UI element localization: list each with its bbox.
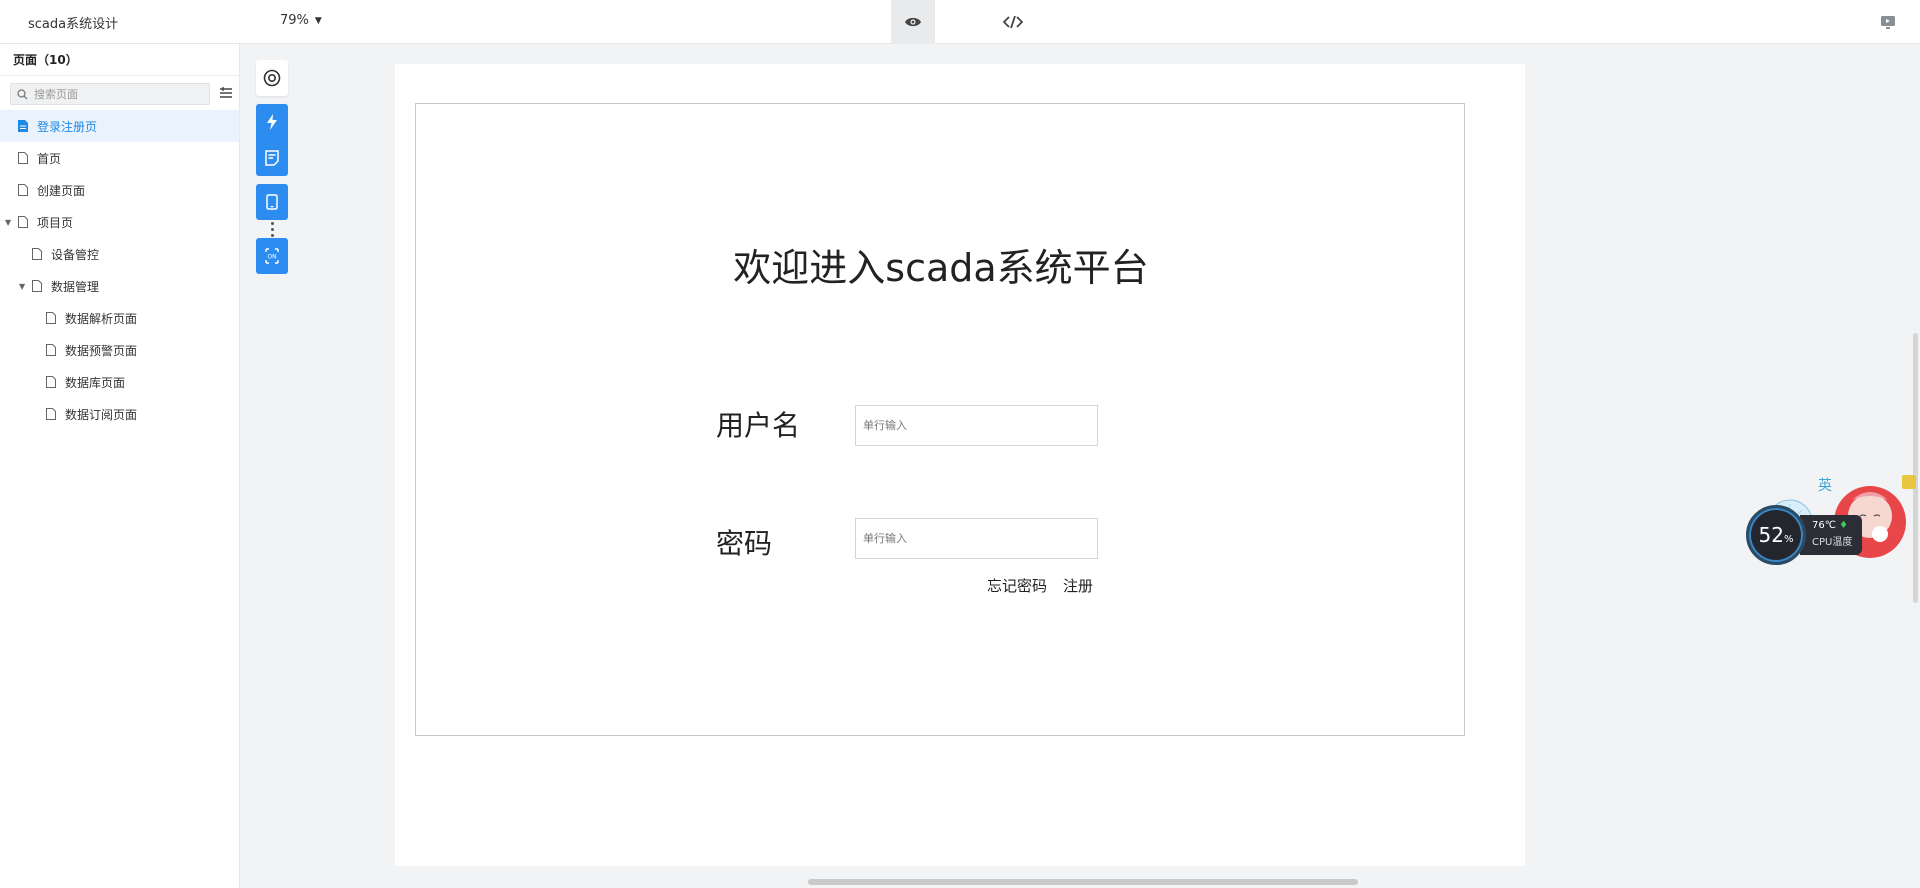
tree-item-label: 登录注册页 <box>37 119 98 134</box>
cpu-temp-panel: 76℃ ♦ CPU温度 <box>1800 515 1862 555</box>
sort-list-icon <box>220 87 232 98</box>
expand-arrow-icon[interactable]: ▼ <box>5 218 11 227</box>
cpu-temp-label: CPU温度 <box>1812 537 1853 548</box>
tree-item-label: 数据订阅页面 <box>65 407 138 422</box>
present-button[interactable] <box>1866 0 1910 44</box>
tree-item-label: 创建页面 <box>37 183 86 198</box>
file-icon <box>46 344 56 356</box>
tree-item-label: 数据预警页面 <box>65 343 138 358</box>
cpu-temperature: 76℃ <box>1812 520 1836 531</box>
welcome-title: 欢迎进入scada系统平台 <box>733 246 1149 290</box>
tree-item-label: 项目页 <box>37 215 74 230</box>
tree-item-data-mgmt[interactable]: ▼ 数据管理 <box>0 270 239 302</box>
tree-item-label: 数据库页面 <box>65 375 126 390</box>
event-button[interactable] <box>256 104 288 140</box>
cpu-usage-gauge: 52% <box>1746 505 1806 565</box>
cpu-usage-value: 52 <box>1758 523 1784 547</box>
search-box <box>10 83 210 105</box>
code-mode-button[interactable] <box>991 0 1035 44</box>
tree-item-label: 首页 <box>37 151 62 166</box>
page-tree: 登录注册页 首页 创建页面 ▼ 项目页 设备管控 ▼ 数据管理 数据解析页面 数… <box>0 110 239 430</box>
file-icon <box>18 184 28 196</box>
password-label: 密码 <box>716 527 773 560</box>
preview-mode-button[interactable] <box>891 0 935 44</box>
tree-item-device[interactable]: 设备管控 <box>0 238 239 270</box>
file-icon <box>46 312 56 324</box>
page-panel: 页面（10） 登录注册页 首页 <box>0 44 240 888</box>
mobile-view-button[interactable] <box>256 184 288 220</box>
monitor-icon <box>1881 15 1895 29</box>
note-icon <box>265 150 279 166</box>
leaf-icon: ♦ <box>1839 520 1849 531</box>
tree-item-data-parse[interactable]: 数据解析页面 <box>0 302 239 334</box>
code-icon <box>1003 15 1023 29</box>
search-icon <box>17 88 28 99</box>
vertical-toolbar: ON <box>256 60 288 274</box>
toggle-button[interactable]: ON <box>256 238 288 274</box>
top-bar: scada系统设计 79% ▼ <box>0 0 1920 44</box>
toggle-on-icon: ON <box>265 248 279 264</box>
expand-arrow-icon[interactable]: ▼ <box>19 282 25 291</box>
file-icon <box>18 216 28 228</box>
svg-text:ON: ON <box>267 254 276 261</box>
file-icon <box>32 248 42 260</box>
zoom-value: 79% <box>280 13 309 28</box>
target-button[interactable] <box>256 60 288 96</box>
filter-button[interactable] <box>218 85 234 101</box>
tree-item-label: 数据管理 <box>51 279 100 294</box>
register-link[interactable]: 注册 <box>1063 575 1093 596</box>
tree-item-database[interactable]: 数据库页面 <box>0 366 239 398</box>
file-icon <box>46 408 56 420</box>
horizontal-scrollbar[interactable] <box>808 879 1358 885</box>
app-title: scada系统设计 <box>28 17 119 32</box>
username-input[interactable] <box>855 405 1098 446</box>
lightning-icon <box>267 114 277 130</box>
cpu-monitor-widget[interactable]: 英 76℃ ♦ CPU温度 52% <box>1742 470 1920 570</box>
search-input[interactable] <box>32 86 202 102</box>
username-label: 用户名 <box>716 409 801 442</box>
tree-item-data-alert[interactable]: 数据预警页面 <box>0 334 239 366</box>
more-dots-icon[interactable] <box>256 220 288 238</box>
file-icon <box>46 376 56 388</box>
page-count-title: 页面（10） <box>0 44 239 76</box>
tree-item-label: 设备管控 <box>51 247 100 262</box>
tree-item-label: 数据解析页面 <box>65 311 138 326</box>
tree-item-create[interactable]: 创建页面 <box>0 174 239 206</box>
tree-item-data-subscribe[interactable]: 数据订阅页面 <box>0 398 239 430</box>
file-icon <box>32 280 42 292</box>
password-input[interactable] <box>855 518 1098 559</box>
target-icon <box>263 69 281 87</box>
tree-item-project[interactable]: ▼ 项目页 <box>0 206 239 238</box>
zoom-dropdown[interactable]: 79% ▼ <box>280 13 322 28</box>
mobile-icon <box>266 194 278 210</box>
login-page-frame: 欢迎进入scada系统平台 用户名 密码 忘记密码 注册 <box>415 103 1465 736</box>
cpu-usage-unit: % <box>1783 534 1794 545</box>
tree-item-home[interactable]: 首页 <box>0 142 239 174</box>
notes-button[interactable] <box>256 140 288 176</box>
tree-item-login[interactable]: 登录注册页 <box>0 110 239 142</box>
forgot-password-link[interactable]: 忘记密码 <box>987 575 1047 596</box>
file-filled-icon <box>18 120 28 132</box>
caret-down-icon: ▼ <box>314 15 322 26</box>
file-icon <box>18 152 28 164</box>
svg-text:英: 英 <box>1818 477 1832 494</box>
eye-icon <box>905 17 921 27</box>
search-row <box>0 76 239 110</box>
